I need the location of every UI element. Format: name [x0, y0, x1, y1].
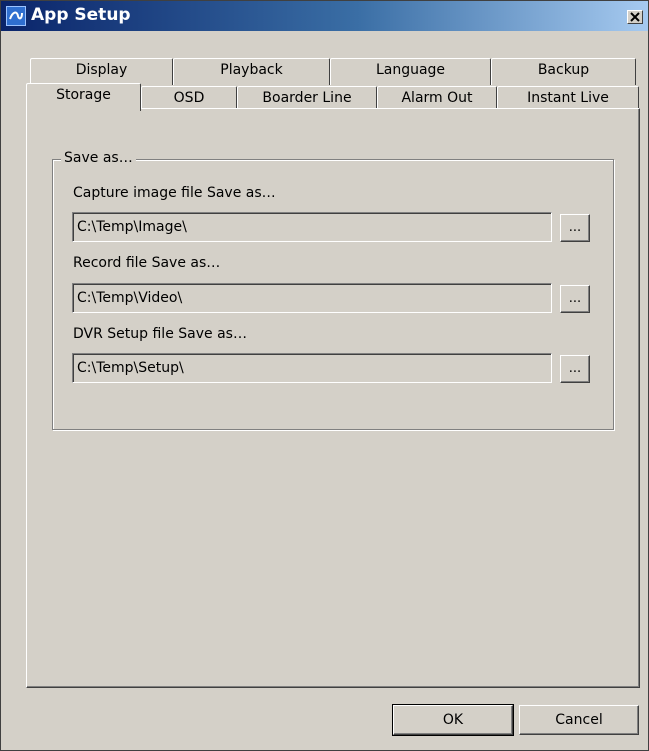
close-icon[interactable] [627, 10, 643, 24]
record-browse-button[interactable]: ... [560, 285, 590, 313]
tab-label: Playback [220, 62, 283, 78]
tab-label: OSD [173, 90, 205, 106]
setup-browse-button[interactable]: ... [560, 355, 590, 383]
tab-label: Boarder Line [262, 90, 352, 106]
tab-label: Backup [537, 62, 590, 78]
tab-playback[interactable]: Playback [173, 58, 330, 85]
capture-path-input[interactable] [72, 212, 552, 242]
ok-button[interactable]: OK [392, 704, 514, 736]
tab-storage[interactable]: Storage [26, 83, 141, 111]
tab-boarder-line[interactable]: Boarder Line [237, 86, 377, 109]
tab-label: Alarm Out [401, 90, 473, 106]
tab-alarm-out[interactable]: Alarm Out [377, 86, 497, 109]
record-label: Record file Save as… [73, 255, 221, 271]
title-bar[interactable]: App Setup [1, 1, 648, 31]
tab-language[interactable]: Language [330, 58, 491, 85]
tab-osd[interactable]: OSD [141, 86, 237, 109]
setup-label: DVR Setup file Save as… [73, 326, 247, 342]
window-title: App Setup [31, 5, 131, 25]
tab-label: Display [75, 62, 128, 78]
tab-instant-live[interactable]: Instant Live [497, 86, 639, 109]
capture-browse-button[interactable]: ... [560, 214, 590, 242]
cancel-button[interactable]: Cancel [519, 705, 639, 735]
tab-label: Storage [56, 87, 111, 103]
tab-display[interactable]: Display [30, 58, 173, 85]
tab-backup[interactable]: Backup [491, 58, 636, 85]
app-swirl-icon [6, 6, 26, 26]
app-setup-dialog: App Setup Display Playback Language Back… [0, 0, 649, 751]
setup-path-input[interactable] [72, 353, 552, 383]
capture-label: Capture image file Save as… [73, 185, 276, 201]
record-path-input[interactable] [72, 283, 552, 313]
group-title: Save as… [61, 150, 136, 166]
tab-label: Language [375, 62, 446, 78]
tab-label: Instant Live [527, 90, 609, 106]
